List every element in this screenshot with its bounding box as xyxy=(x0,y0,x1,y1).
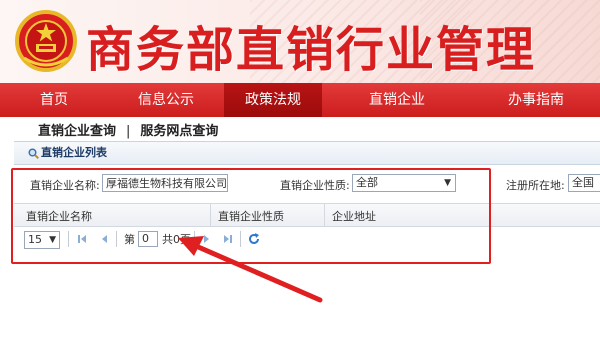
nav-item-home[interactable]: 首页 xyxy=(0,83,108,117)
next-page-icon[interactable] xyxy=(198,230,214,248)
nature-select[interactable]: 全部 ▼ xyxy=(352,174,456,192)
column-company-address[interactable]: 企业地址 xyxy=(332,208,376,224)
company-name-label: 直销企业名称: xyxy=(30,179,100,192)
column-divider xyxy=(210,204,211,226)
chevron-down-icon: ▼ xyxy=(444,178,451,188)
search-icon xyxy=(28,148,39,159)
column-company-nature[interactable]: 直销企业性质 xyxy=(218,208,284,224)
pager-separator xyxy=(194,231,195,247)
page-size-select[interactable]: 15 ▼ xyxy=(24,231,60,249)
nav-item-policy[interactable]: 政策法规 xyxy=(224,83,322,117)
column-company-name[interactable]: 直销企业名称 xyxy=(26,208,92,224)
panel-title: 直销企业列表 xyxy=(41,146,107,159)
nav-item-companies[interactable]: 直销企业 xyxy=(322,83,472,117)
last-page-icon[interactable] xyxy=(220,230,236,248)
page-size-value: 15 xyxy=(28,233,42,246)
pager-separator xyxy=(240,231,241,247)
search-form: 直销企业名称: 厚福德生物科技有限公司 直销企业性质: 全部 ▼ 注册所在地: … xyxy=(0,172,600,196)
chevron-down-icon: ▼ xyxy=(49,235,56,245)
panel-header: 直销企业列表 xyxy=(14,141,600,165)
pager-separator xyxy=(68,231,69,247)
main-nav: 首页 信息公示 政策法规 直销企业 办事指南 xyxy=(0,83,600,117)
nav-item-guide[interactable]: 办事指南 xyxy=(472,83,600,117)
subnav-company-query[interactable]: 直销企业查询 xyxy=(38,124,116,139)
results-table-header: 直销企业名称 直销企业性质 企业地址 xyxy=(14,203,600,227)
column-divider xyxy=(324,204,325,226)
prev-page-icon[interactable] xyxy=(96,230,112,248)
company-name-input[interactable]: 厚福德生物科技有限公司 xyxy=(102,174,228,192)
nature-label: 直销企业性质: xyxy=(280,179,350,192)
page-number-input[interactable]: 0 xyxy=(138,231,158,247)
national-emblem-icon xyxy=(15,10,77,72)
page-prefix-label: 第 xyxy=(124,233,135,246)
refresh-icon[interactable] xyxy=(246,230,262,248)
nature-select-value: 全部 xyxy=(356,176,378,189)
site-header: 商务部直销行业管理 xyxy=(0,0,600,83)
subnav-separator: | xyxy=(126,124,131,139)
first-page-icon[interactable] xyxy=(74,230,90,248)
location-label: 注册所在地: xyxy=(506,179,565,192)
location-select[interactable]: 全国 xyxy=(568,174,600,192)
total-pages-label: 共0页 xyxy=(162,233,191,246)
pagination-bar: 15 ▼ 第 0 共0页 xyxy=(14,228,490,252)
sub-nav: 直销企业查询 | 服务网点查询 xyxy=(38,120,218,139)
site-title: 商务部直销行业管理 xyxy=(86,22,537,78)
pager-separator xyxy=(116,231,117,247)
subnav-service-point-query[interactable]: 服务网点查询 xyxy=(140,124,218,139)
location-select-value: 全国 xyxy=(572,176,594,189)
nav-item-info-public[interactable]: 信息公示 xyxy=(108,83,224,117)
